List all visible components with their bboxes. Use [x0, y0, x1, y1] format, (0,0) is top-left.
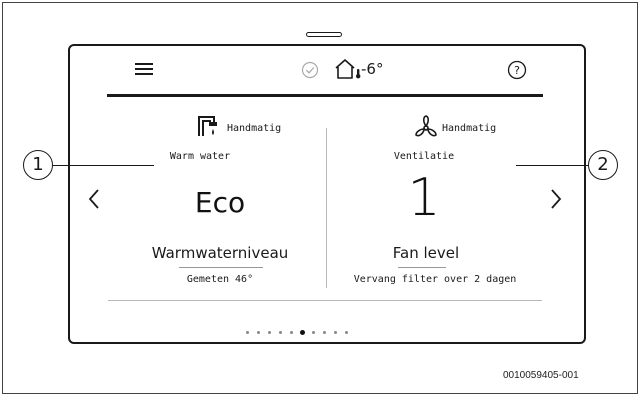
- outdoor-temperature: -6°: [361, 60, 384, 78]
- pagination-dots[interactable]: [246, 330, 406, 338]
- callout-1-line: [50, 165, 154, 166]
- house-thermometer-icon: [335, 59, 361, 79]
- document-code: 0010059405-001: [503, 370, 579, 381]
- footer-divider: [108, 300, 542, 301]
- ventilation-mode: Handmatig: [442, 123, 497, 134]
- pagination-dot[interactable]: [345, 331, 348, 334]
- ventilation-underline: [398, 267, 446, 268]
- help-circle-icon[interactable]: ?: [507, 60, 527, 80]
- ventilation-parameter: Fan level: [392, 244, 460, 262]
- pagination-dot[interactable]: [257, 331, 260, 334]
- pagination-dot[interactable]: [323, 331, 326, 334]
- svg-text:?: ?: [514, 64, 520, 77]
- pagination-dot[interactable]: [246, 331, 249, 334]
- chevron-left-icon[interactable]: [87, 188, 101, 210]
- warm-water-mode: Handmatig: [227, 123, 282, 134]
- fan-icon: [415, 115, 437, 137]
- pagination-dot-active[interactable]: [300, 330, 305, 335]
- hamburger-menu-icon[interactable]: [135, 63, 153, 75]
- callout-2: 2: [588, 150, 618, 180]
- pagination-dot[interactable]: [312, 331, 315, 334]
- callout-2-line: [516, 165, 590, 166]
- warm-water-parameter: Warmwaterniveau: [151, 244, 289, 262]
- pagination-dot[interactable]: [334, 331, 337, 334]
- pagination-dot[interactable]: [268, 331, 271, 334]
- chevron-right-icon[interactable]: [549, 188, 563, 210]
- pagination-dot[interactable]: [279, 331, 282, 334]
- device-screen: [68, 44, 586, 344]
- header-divider: [107, 94, 543, 97]
- fan-level-value[interactable]: 1: [384, 168, 464, 228]
- warm-water-measured: Gemeten 46°: [186, 274, 254, 285]
- callout-1: 1: [23, 150, 53, 180]
- check-circle-icon: [301, 61, 319, 79]
- ventilation-label: Ventilatie: [393, 151, 455, 162]
- panel-divider: [326, 128, 327, 288]
- filter-notice: Vervang filter over 2 dagen: [353, 274, 517, 285]
- device-notch: [306, 32, 342, 37]
- faucet-icon: [198, 116, 217, 136]
- warm-water-underline: [179, 267, 263, 268]
- warm-water-label: Warm water: [169, 151, 231, 162]
- pagination-dot[interactable]: [290, 331, 293, 334]
- warm-water-value[interactable]: Eco: [160, 186, 280, 219]
